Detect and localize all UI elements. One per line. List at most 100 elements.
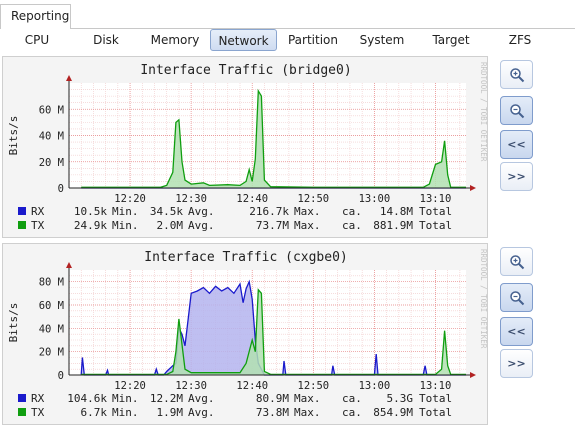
y-axis-label: Bits/s <box>7 303 20 343</box>
zoom-in-button[interactable] <box>500 60 533 89</box>
legend-name: TX <box>31 406 45 419</box>
x-tick-label: 12:40 <box>236 380 268 392</box>
legend-total: 854.9M <box>373 406 413 419</box>
legend-total: 14.8M <box>380 205 413 218</box>
graph-panel-cxgbe0: Interface Traffic (cxgbe0) 12:20 12:30 12:4… <box>2 243 488 425</box>
zoom-in-icon <box>509 254 524 269</box>
legend-avg-label: Avg. <box>188 392 215 405</box>
tab-cpu[interactable]: CPU <box>12 29 62 51</box>
legend-avg: 34.5k <box>150 205 183 218</box>
legend-avg: 2.0M <box>157 219 184 232</box>
tab-disk[interactable]: Disk <box>82 29 130 51</box>
y-tick-label: 20 M <box>39 347 64 359</box>
graph-cxgbe0: Interface Traffic (cxgbe0) 12:20 12:30 12:4… <box>7 249 488 419</box>
legend-total-label: Total <box>419 406 452 419</box>
legend-approx: ca. <box>342 219 362 232</box>
legend-approx: ca. <box>342 406 362 419</box>
x-tick-label: 13:10 <box>420 380 452 392</box>
legend-min: 6.7k <box>81 406 108 419</box>
reporting-subnav: CPU Disk Memory Network Partition System… <box>0 29 575 53</box>
x-axis-arrow <box>470 185 476 191</box>
legend-min: 24.9k <box>74 219 107 232</box>
x-tick-label: 12:30 <box>175 380 207 392</box>
legend-approx: ca. <box>342 392 362 405</box>
x-tick-label: 12:50 <box>298 193 330 205</box>
x-tick-label: 12:50 <box>298 380 330 392</box>
legend-min: 104.6k <box>67 392 107 405</box>
zoom-in-button[interactable] <box>500 247 533 276</box>
legend-max-label: Max. <box>294 406 321 419</box>
legend-max: 80.9M <box>256 392 289 405</box>
legend-min-label: Min. <box>112 392 139 405</box>
x-tick-label: 12:40 <box>236 193 268 205</box>
rrdtool-watermark: RRDTOOL / TOBI OETIKER <box>479 249 488 349</box>
graph-bridge0: Interface Traffic (bridge0) 12:20 12:30 12:… <box>7 62 488 232</box>
legend-max-label: Max. <box>294 392 321 405</box>
tab-target[interactable]: Target <box>424 29 478 51</box>
zoom-out-icon <box>509 103 524 118</box>
legend-min: 10.5k <box>74 205 107 218</box>
legend-name: RX <box>31 205 45 218</box>
legend-approx: ca. <box>342 205 362 218</box>
y-tick-label: 80 M <box>39 277 64 289</box>
legend-min-label: Min. <box>112 219 139 232</box>
y-tick-label: 40 M <box>39 323 64 335</box>
y-axis-arrow <box>66 262 72 268</box>
y-tick-label: 20 M <box>39 157 64 169</box>
legend-avg-label: Avg. <box>188 219 215 232</box>
legend-swatch-rx <box>18 394 26 402</box>
x-tick-label: 12:30 <box>175 193 207 205</box>
reporting-tab[interactable]: Reporting <box>0 4 71 29</box>
zoom-out-button[interactable] <box>500 283 533 312</box>
forward-button[interactable]: >> <box>500 349 533 378</box>
legend-avg-label: Avg. <box>188 406 215 419</box>
legend-min-label: Min. <box>112 205 139 218</box>
x-tick-label: 12:20 <box>114 380 146 392</box>
y-axis-label: Bits/s <box>7 116 20 156</box>
tab-network[interactable]: Network <box>210 29 277 51</box>
y-tick-label: 40 M <box>39 131 64 143</box>
zoom-out-icon <box>509 290 524 305</box>
forward-button[interactable]: >> <box>500 162 533 191</box>
legend-min-label: Min. <box>112 406 139 419</box>
y-axis-arrow <box>66 75 72 81</box>
legend-total: 5.3G <box>387 392 414 405</box>
y-tick-label: 0 <box>58 370 64 382</box>
tab-system[interactable]: System <box>353 29 411 51</box>
legend-avg: 12.2M <box>150 392 183 405</box>
legend-max-label: Max. <box>294 205 321 218</box>
y-tick-label: 0 <box>58 183 64 195</box>
x-axis-arrow <box>470 372 476 378</box>
zoom-in-icon <box>509 67 524 82</box>
tab-memory[interactable]: Memory <box>143 29 207 51</box>
back-button[interactable]: << <box>500 130 533 159</box>
legend-max: 73.7M <box>256 219 289 232</box>
legend-name: RX <box>31 392 45 405</box>
legend-name: TX <box>31 219 45 232</box>
legend-total-label: Total <box>419 219 452 232</box>
y-tick-label: 60 M <box>39 300 64 312</box>
legend-total-label: Total <box>419 392 452 405</box>
legend-swatch-tx <box>18 221 26 229</box>
legend-avg: 1.9M <box>157 406 184 419</box>
rrdtool-watermark: RRDTOOL / TOBI OETIKER <box>479 62 488 162</box>
legend-max-label: Max. <box>294 219 321 232</box>
legend-total: 881.9M <box>373 219 413 232</box>
legend-swatch-tx <box>18 408 26 416</box>
legend-total-label: Total <box>419 205 452 218</box>
legend-max: 216.7k <box>249 205 289 218</box>
tab-partition[interactable]: Partition <box>282 29 344 51</box>
x-tick-label: 13:00 <box>359 193 391 205</box>
x-tick-label: 13:00 <box>359 380 391 392</box>
graph-panel-bridge0: Interface Traffic (bridge0) 12:20 12:30 12:… <box>2 56 488 238</box>
graph-title: Interface Traffic (cxgbe0) <box>144 250 348 265</box>
legend-max: 73.8M <box>256 406 289 419</box>
tab-zfs[interactable]: ZFS <box>496 29 544 51</box>
x-tick-label: 13:10 <box>420 193 452 205</box>
legend-avg-label: Avg. <box>188 205 215 218</box>
zoom-out-button[interactable] <box>500 96 533 125</box>
graph-title: Interface Traffic (bridge0) <box>140 63 351 78</box>
y-tick-label: 60 M <box>39 104 64 116</box>
x-tick-label: 12:20 <box>114 193 146 205</box>
back-button[interactable]: << <box>500 317 533 346</box>
